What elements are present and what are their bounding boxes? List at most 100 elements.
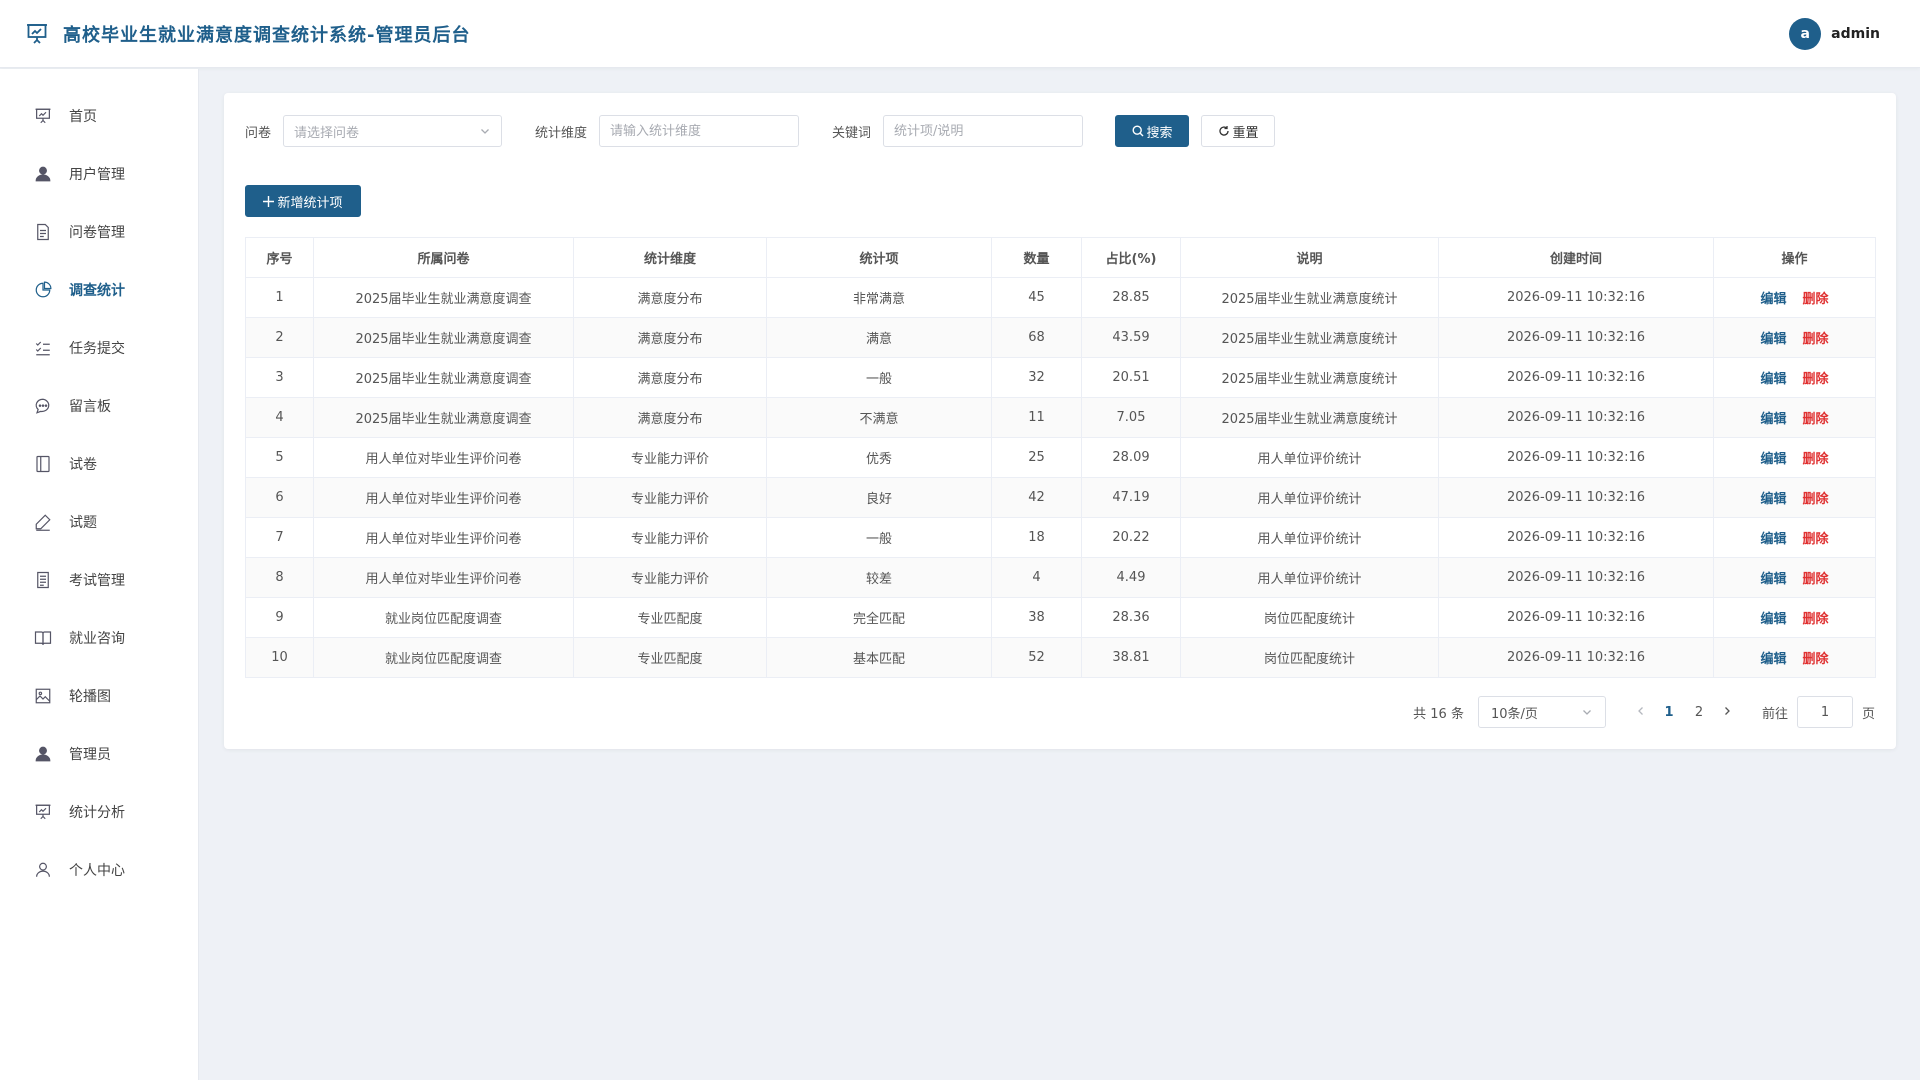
table-cell: 满意度分布 bbox=[573, 277, 767, 318]
column-header: 说明 bbox=[1180, 237, 1439, 278]
table-cell: 4.49 bbox=[1081, 557, 1181, 598]
table-cell: 6 bbox=[245, 477, 314, 518]
keyword-input[interactable] bbox=[883, 115, 1084, 147]
username[interactable]: admin bbox=[1831, 26, 1880, 42]
table-cell: 4 bbox=[991, 557, 1082, 598]
table-cell: 4 bbox=[245, 397, 314, 438]
reset-button[interactable]: 重置 bbox=[1201, 115, 1276, 147]
total-count: 共 16 条 bbox=[1413, 706, 1464, 722]
column-header: 创建时间 bbox=[1438, 237, 1714, 278]
table-cell: 用人单位对毕业生评价问卷 bbox=[313, 477, 574, 518]
presentation-icon bbox=[35, 804, 51, 820]
goto-page-input[interactable]: 1 bbox=[1796, 696, 1853, 728]
table-cell: 专业匹配度 bbox=[573, 637, 767, 678]
sidebar-item-label: 考试管理 bbox=[69, 573, 125, 589]
table-cell: 用人单位评价统计 bbox=[1180, 437, 1439, 478]
sidebar-item-6[interactable]: 试卷 bbox=[0, 435, 198, 493]
refresh-icon bbox=[1218, 126, 1229, 136]
table-cell: 用人单位对毕业生评价问卷 bbox=[313, 437, 574, 478]
delete-button[interactable]: 删除 bbox=[1803, 332, 1829, 347]
add-stat-button[interactable]: 新增统计项 bbox=[245, 185, 361, 217]
delete-button[interactable]: 删除 bbox=[1803, 372, 1829, 387]
table-cell: 52 bbox=[991, 637, 1082, 678]
edit-button[interactable]: 编辑 bbox=[1760, 612, 1786, 627]
table-cell: 一般 bbox=[766, 517, 992, 558]
edit-button[interactable]: 编辑 bbox=[1760, 572, 1786, 587]
edit-button[interactable]: 编辑 bbox=[1760, 332, 1786, 347]
sidebar-item-7[interactable]: 试题 bbox=[0, 493, 198, 551]
questionnaire-label: 问卷 bbox=[245, 125, 272, 141]
dimension-label: 统计维度 bbox=[535, 125, 588, 141]
sidebar-item-2[interactable]: 问卷管理 bbox=[0, 203, 198, 261]
delete-button[interactable]: 删除 bbox=[1803, 652, 1829, 667]
notebook-icon bbox=[36, 455, 50, 473]
table-cell: 7.05 bbox=[1081, 397, 1181, 438]
table-cell: 2026-09-11 10:32:16 bbox=[1438, 357, 1714, 398]
chevron-down-icon bbox=[1583, 710, 1591, 715]
sidebar-item-1[interactable]: 用户管理 bbox=[0, 145, 198, 203]
questionnaire-placeholder: 请选择问卷 bbox=[294, 125, 360, 141]
user-menu[interactable]: a admin bbox=[1789, 17, 1880, 50]
avatar[interactable]: a bbox=[1789, 17, 1822, 50]
sidebar-item-0[interactable]: 首页 bbox=[0, 87, 198, 145]
table-cell: 专业能力评价 bbox=[573, 557, 767, 598]
table-cell: 专业匹配度 bbox=[573, 597, 767, 638]
delete-button[interactable]: 删除 bbox=[1803, 452, 1829, 467]
table-cell: 2026-09-11 10:32:16 bbox=[1438, 277, 1714, 318]
edit-button[interactable]: 编辑 bbox=[1760, 412, 1786, 427]
sidebar-item-5[interactable]: 留言板 bbox=[0, 377, 198, 435]
sidebar-item-label: 管理员 bbox=[69, 747, 111, 763]
edit-button[interactable]: 编辑 bbox=[1760, 452, 1786, 467]
actions-cell: 编辑 删除 bbox=[1713, 637, 1876, 678]
table-cell: 38.81 bbox=[1081, 637, 1181, 678]
edit-button[interactable]: 编辑 bbox=[1760, 372, 1786, 387]
dimension-input[interactable] bbox=[599, 115, 800, 147]
filter-bar: 问卷 请选择问卷 统计维度 关键词 搜索 重置 bbox=[245, 115, 1875, 147]
table-cell: 2026-09-11 10:32:16 bbox=[1438, 637, 1714, 678]
edit-button[interactable]: 编辑 bbox=[1760, 652, 1786, 667]
checklist-icon bbox=[35, 341, 50, 356]
edit-button[interactable]: 编辑 bbox=[1760, 292, 1786, 307]
table-cell: 基本匹配 bbox=[766, 637, 992, 678]
questionnaire-select[interactable]: 请选择问卷 bbox=[283, 115, 503, 147]
search-button[interactable]: 搜索 bbox=[1115, 115, 1190, 147]
table-row: 7 用人单位对毕业生评价问卷 专业能力评价 一般 18 20.22 用人单位评价统计 2026… bbox=[245, 517, 1876, 558]
table-cell: 2026-09-11 10:32:16 bbox=[1438, 477, 1714, 518]
app-title: 高校毕业生就业满意度调查统计系统-管理员后台 bbox=[63, 24, 471, 46]
delete-button[interactable]: 删除 bbox=[1803, 492, 1829, 507]
table-cell: 38 bbox=[991, 597, 1082, 638]
table-cell: 45 bbox=[991, 277, 1082, 318]
page-size-select[interactable]: 10条/页 bbox=[1477, 696, 1606, 728]
delete-button[interactable]: 删除 bbox=[1803, 572, 1829, 587]
sidebar-item-9[interactable]: 就业咨询 bbox=[0, 609, 198, 667]
sidebar-item-3[interactable]: 调查统计 bbox=[0, 261, 198, 319]
sidebar-item-11[interactable]: 管理员 bbox=[0, 725, 198, 783]
pen-icon bbox=[35, 514, 51, 531]
sidebar-item-13[interactable]: 个人中心 bbox=[0, 841, 198, 899]
sidebar-item-label: 个人中心 bbox=[69, 863, 125, 879]
sidebar-item-4[interactable]: 任务提交 bbox=[0, 319, 198, 377]
delete-button[interactable]: 删除 bbox=[1803, 292, 1829, 307]
table-cell: 18 bbox=[991, 517, 1082, 558]
delete-button[interactable]: 删除 bbox=[1803, 532, 1829, 547]
next-page-icon[interactable] bbox=[1714, 705, 1740, 720]
page-number[interactable]: 1 bbox=[1654, 705, 1684, 720]
sidebar-item-label: 调查统计 bbox=[69, 283, 125, 299]
table-cell: 2025届毕业生就业满意度调查 bbox=[313, 397, 574, 438]
sidebar-item-8[interactable]: 考试管理 bbox=[0, 551, 198, 609]
table-row: 1 2025届毕业生就业满意度调查 满意度分布 非常满意 45 28.85 2025届毕业生… bbox=[245, 277, 1876, 318]
table-cell: 7 bbox=[245, 517, 314, 558]
page-number[interactable]: 2 bbox=[1684, 705, 1714, 720]
delete-button[interactable]: 删除 bbox=[1803, 612, 1829, 627]
sidebar-item-10[interactable]: 轮播图 bbox=[0, 667, 198, 725]
sidebar-item-12[interactable]: 统计分析 bbox=[0, 783, 198, 841]
chat-icon bbox=[35, 398, 50, 414]
prev-page-icon[interactable] bbox=[1628, 705, 1654, 720]
image-icon bbox=[35, 688, 51, 704]
keyword-label: 关键词 bbox=[832, 125, 872, 141]
table-cell: 2026-09-11 10:32:16 bbox=[1438, 517, 1714, 558]
edit-button[interactable]: 编辑 bbox=[1760, 532, 1786, 547]
edit-button[interactable]: 编辑 bbox=[1760, 492, 1786, 507]
pagination: 共 16 条 10条/页 12 前往 1 页 bbox=[245, 696, 1875, 728]
delete-button[interactable]: 删除 bbox=[1803, 412, 1829, 427]
